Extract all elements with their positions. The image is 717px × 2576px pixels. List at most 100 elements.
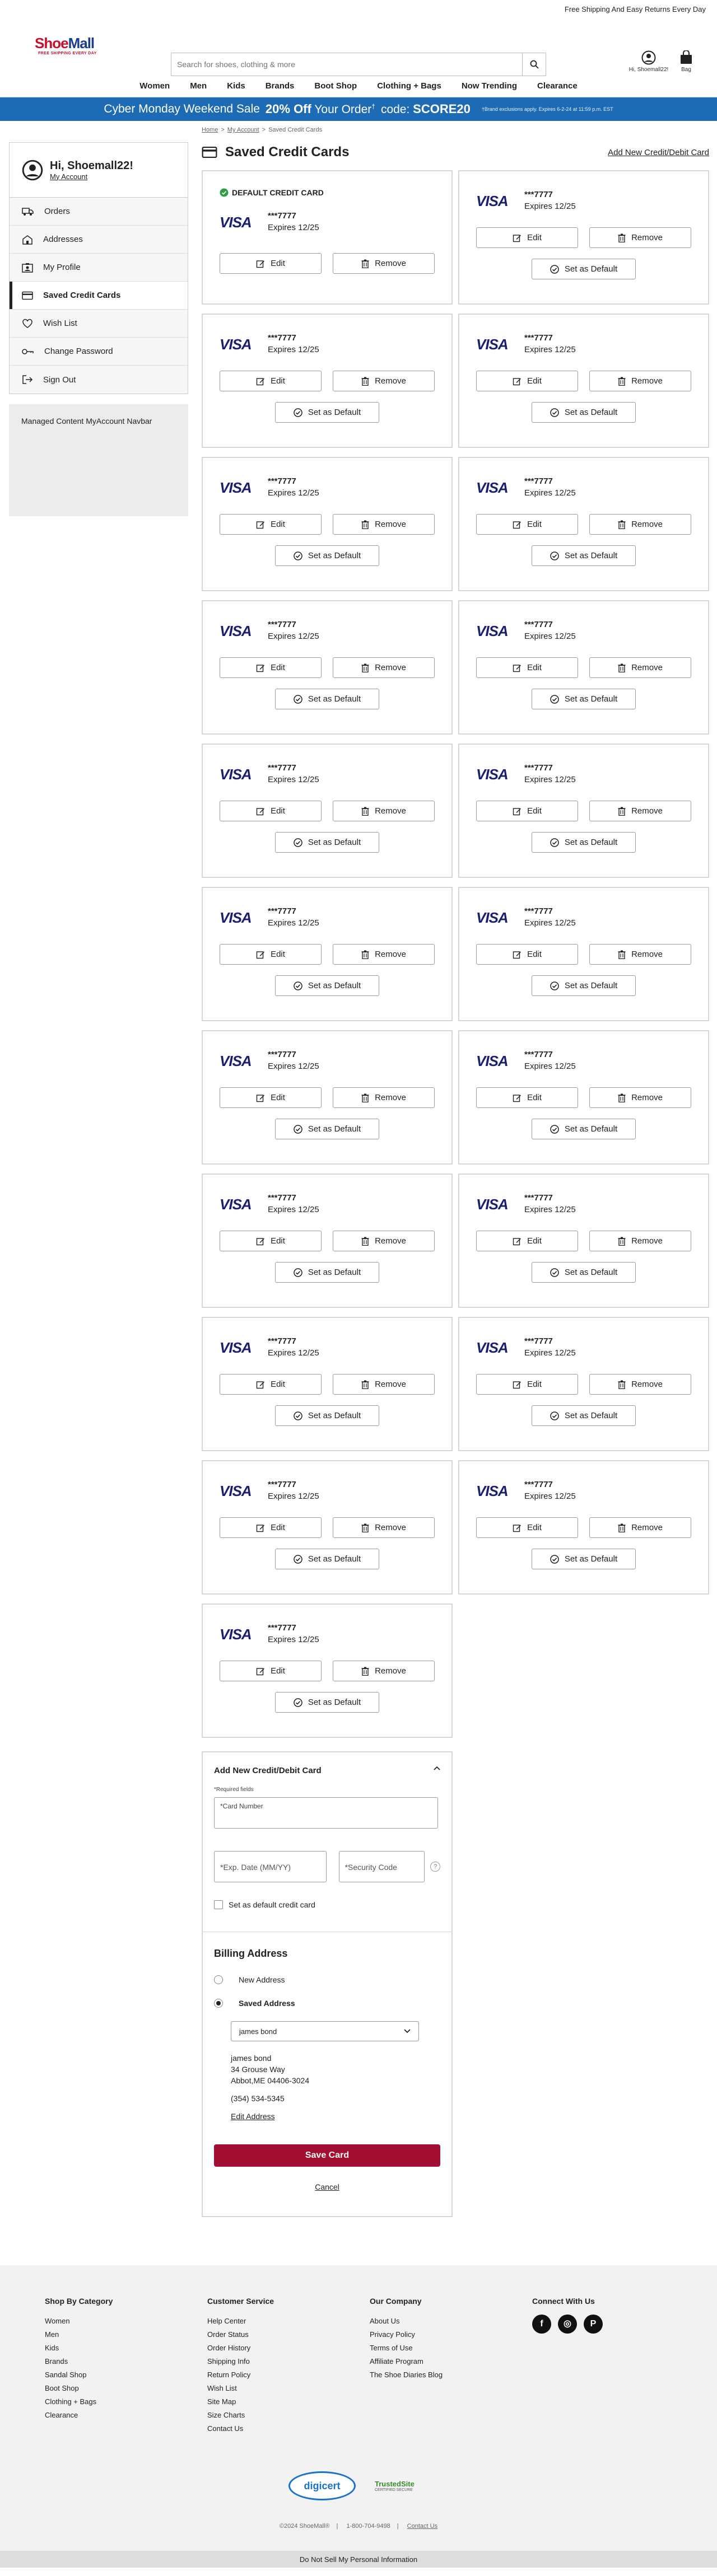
bag-button[interactable]: Bag xyxy=(675,50,697,73)
set-default-button[interactable]: Set as Default xyxy=(532,402,636,423)
pinterest-icon[interactable]: P xyxy=(584,2315,603,2334)
nav-item-men[interactable]: Men xyxy=(180,81,217,91)
edit-card-button[interactable]: Edit xyxy=(220,944,322,965)
footer-link[interactable]: Help Center xyxy=(207,2315,274,2328)
logo[interactable]: ShoeMall FREE SHIPPING EVERY DAY xyxy=(35,35,102,60)
set-default-button[interactable]: Set as Default xyxy=(275,1549,379,1569)
sidebar-my-account-link[interactable]: My Account xyxy=(50,172,133,181)
security-code-field[interactable]: *Security Code xyxy=(338,1851,425,1882)
search-button[interactable] xyxy=(522,53,546,76)
remove-card-button[interactable]: Remove xyxy=(333,1087,435,1108)
breadcrumb-home[interactable]: Home xyxy=(202,127,218,133)
edit-card-button[interactable]: Edit xyxy=(476,801,578,821)
add-new-card-link[interactable]: Add New Credit/Debit Card xyxy=(608,148,709,157)
edit-card-button[interactable]: Edit xyxy=(220,1517,322,1538)
chevron-up-icon[interactable] xyxy=(434,1766,440,1770)
trustedsite-badge[interactable]: TrustedSite CERTIFIED SECURE xyxy=(375,2472,429,2500)
footer-link[interactable]: Men xyxy=(45,2328,113,2341)
edit-card-button[interactable]: Edit xyxy=(220,1087,322,1108)
set-default-button[interactable]: Set as Default xyxy=(532,689,636,709)
footer-link[interactable]: The Shoe Diaries Blog xyxy=(370,2368,443,2382)
remove-card-button[interactable]: Remove xyxy=(589,1231,691,1251)
set-default-button[interactable]: Set as Default xyxy=(275,402,379,423)
footer-link[interactable]: Terms of Use xyxy=(370,2341,443,2355)
new-address-radio[interactable] xyxy=(214,1975,223,1984)
cancel-link[interactable]: Cancel xyxy=(214,2182,440,2191)
edit-card-button[interactable]: Edit xyxy=(220,657,322,678)
remove-card-button[interactable]: Remove xyxy=(333,1661,435,1681)
nav-item-brands[interactable]: Brands xyxy=(255,81,305,91)
set-default-button[interactable]: Set as Default xyxy=(532,1549,636,1569)
card-number-field[interactable]: *Card Number xyxy=(214,1797,438,1829)
sidebar-item-wish-list[interactable]: Wish List xyxy=(10,310,188,338)
nav-item-now-trending[interactable]: Now Trending xyxy=(451,81,527,91)
edit-card-button[interactable]: Edit xyxy=(476,944,578,965)
remove-card-button[interactable]: Remove xyxy=(589,514,691,535)
sidebar-item-saved-credit-cards[interactable]: Saved Credit Cards xyxy=(10,282,188,310)
remove-card-button[interactable]: Remove xyxy=(333,1374,435,1395)
set-default-button[interactable]: Set as Default xyxy=(532,545,636,566)
edit-card-button[interactable]: Edit xyxy=(476,514,578,535)
edit-card-button[interactable]: Edit xyxy=(476,1374,578,1395)
footer-link[interactable]: Boot Shop xyxy=(45,2382,113,2395)
edit-card-button[interactable]: Edit xyxy=(220,1661,322,1681)
nav-item-women[interactable]: Women xyxy=(129,81,180,91)
edit-card-button[interactable]: Edit xyxy=(220,1374,322,1395)
remove-card-button[interactable]: Remove xyxy=(589,657,691,678)
footer-link[interactable]: Order Status xyxy=(207,2328,274,2341)
set-default-button[interactable]: Set as Default xyxy=(532,832,636,853)
footer-link[interactable]: Privacy Policy xyxy=(370,2328,443,2341)
remove-card-button[interactable]: Remove xyxy=(333,944,435,965)
search-input[interactable] xyxy=(171,53,522,76)
set-default-button[interactable]: Set as Default xyxy=(275,1262,379,1283)
edit-card-button[interactable]: Edit xyxy=(476,657,578,678)
footer-link[interactable]: Brands xyxy=(45,2355,113,2368)
remove-card-button[interactable]: Remove xyxy=(333,253,435,274)
saved-address-radio[interactable] xyxy=(214,1999,223,2008)
footer-contact-link[interactable]: Contact Us xyxy=(401,2523,444,2530)
account-menu[interactable]: Hi, Shoemall22! xyxy=(622,50,676,73)
set-default-button[interactable]: Set as Default xyxy=(275,1119,379,1139)
set-default-button[interactable]: Set as Default xyxy=(532,975,636,996)
footer-link[interactable]: Affiliate Program xyxy=(370,2355,443,2368)
help-icon[interactable]: ? xyxy=(430,1862,440,1872)
set-default-button[interactable]: Set as Default xyxy=(275,975,379,996)
set-default-button[interactable]: Set as Default xyxy=(275,689,379,709)
remove-card-button[interactable]: Remove xyxy=(589,1087,691,1108)
footer-link[interactable]: Clearance xyxy=(45,2409,113,2422)
sidebar-item-addresses[interactable]: Addresses xyxy=(10,226,188,254)
do-not-sell-link[interactable]: Do Not Sell My Personal Information xyxy=(300,2555,417,2564)
footer-link[interactable]: Size Charts xyxy=(207,2409,274,2422)
promo-banner[interactable]: Cyber Monday Weekend Sale 20% Off Your O… xyxy=(0,97,717,121)
edit-card-button[interactable]: Edit xyxy=(476,1231,578,1251)
saved-address-select[interactable]: james bond xyxy=(231,2021,419,2041)
sidebar-item-orders[interactable]: Orders xyxy=(10,198,188,226)
exp-date-field[interactable]: *Exp. Date (MM/YY) xyxy=(214,1851,327,1882)
set-default-button[interactable]: Set as Default xyxy=(275,545,379,566)
sidebar-item-sign-out[interactable]: Sign Out xyxy=(10,366,188,394)
footer-link[interactable]: About Us xyxy=(370,2315,443,2328)
remove-card-button[interactable]: Remove xyxy=(589,227,691,248)
remove-card-button[interactable]: Remove xyxy=(589,371,691,391)
set-default-button[interactable]: Set as Default xyxy=(532,259,636,279)
edit-card-button[interactable]: Edit xyxy=(220,1231,322,1251)
footer-link[interactable]: Women xyxy=(45,2315,113,2328)
remove-card-button[interactable]: Remove xyxy=(333,657,435,678)
do-not-sell-bar[interactable]: Do Not Sell My Personal Information xyxy=(0,2551,717,2568)
remove-card-button[interactable]: Remove xyxy=(589,801,691,821)
edit-card-button[interactable]: Edit xyxy=(220,371,322,391)
remove-card-button[interactable]: Remove xyxy=(333,801,435,821)
remove-card-button[interactable]: Remove xyxy=(333,371,435,391)
footer-link[interactable]: Contact Us xyxy=(207,2422,274,2435)
remove-card-button[interactable]: Remove xyxy=(589,1374,691,1395)
remove-card-button[interactable]: Remove xyxy=(333,1231,435,1251)
facebook-icon[interactable]: f xyxy=(532,2315,551,2334)
footer-link[interactable]: Order History xyxy=(207,2341,274,2355)
footer-link[interactable]: Site Map xyxy=(207,2395,274,2409)
digicert-seal[interactable]: digicert xyxy=(288,2471,356,2500)
set-default-button[interactable]: Set as Default xyxy=(275,1692,379,1713)
nav-item-clearance[interactable]: Clearance xyxy=(527,81,588,91)
footer-link[interactable]: Shipping Info xyxy=(207,2355,274,2368)
set-default-button[interactable]: Set as Default xyxy=(532,1262,636,1283)
default-checkbox[interactable] xyxy=(214,1900,223,1909)
